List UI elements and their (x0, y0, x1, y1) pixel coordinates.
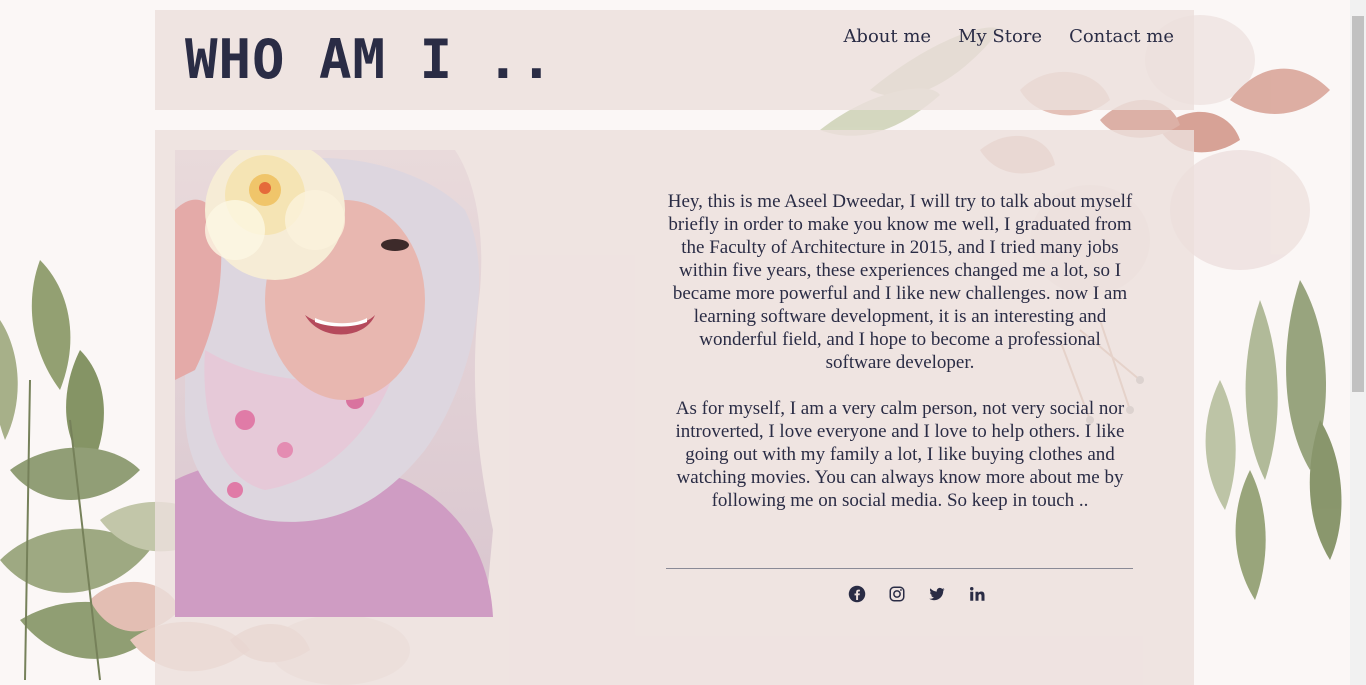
nav-my-store[interactable]: My Store (958, 26, 1042, 47)
social-links (848, 585, 986, 603)
nav-about-me[interactable]: About me (843, 26, 931, 47)
divider (666, 568, 1133, 569)
site-header: WHO AM I .. About me My Store Contact me (155, 10, 1194, 110)
bio-text: Hey, this is me Aseel Dweedar, I will tr… (665, 190, 1135, 535)
page-scrollbar[interactable] (1350, 0, 1366, 685)
twitter-icon[interactable] (928, 585, 946, 603)
facebook-icon[interactable] (848, 585, 866, 603)
nav-contact-me[interactable]: Contact me (1069, 26, 1174, 47)
linkedin-icon[interactable] (968, 585, 986, 603)
profile-photo (175, 150, 493, 617)
bio-paragraph-2: As for myself, I am a very calm person, … (675, 398, 1125, 511)
bio-paragraph-1: Hey, this is me Aseel Dweedar, I will tr… (667, 191, 1133, 373)
about-card: Hey, this is me Aseel Dweedar, I will tr… (155, 130, 1194, 685)
instagram-icon[interactable] (888, 585, 906, 603)
site-title: WHO AM I .. (185, 28, 554, 91)
main-nav: About me My Store Contact me (843, 26, 1174, 47)
scrollbar-thumb[interactable] (1352, 16, 1364, 392)
